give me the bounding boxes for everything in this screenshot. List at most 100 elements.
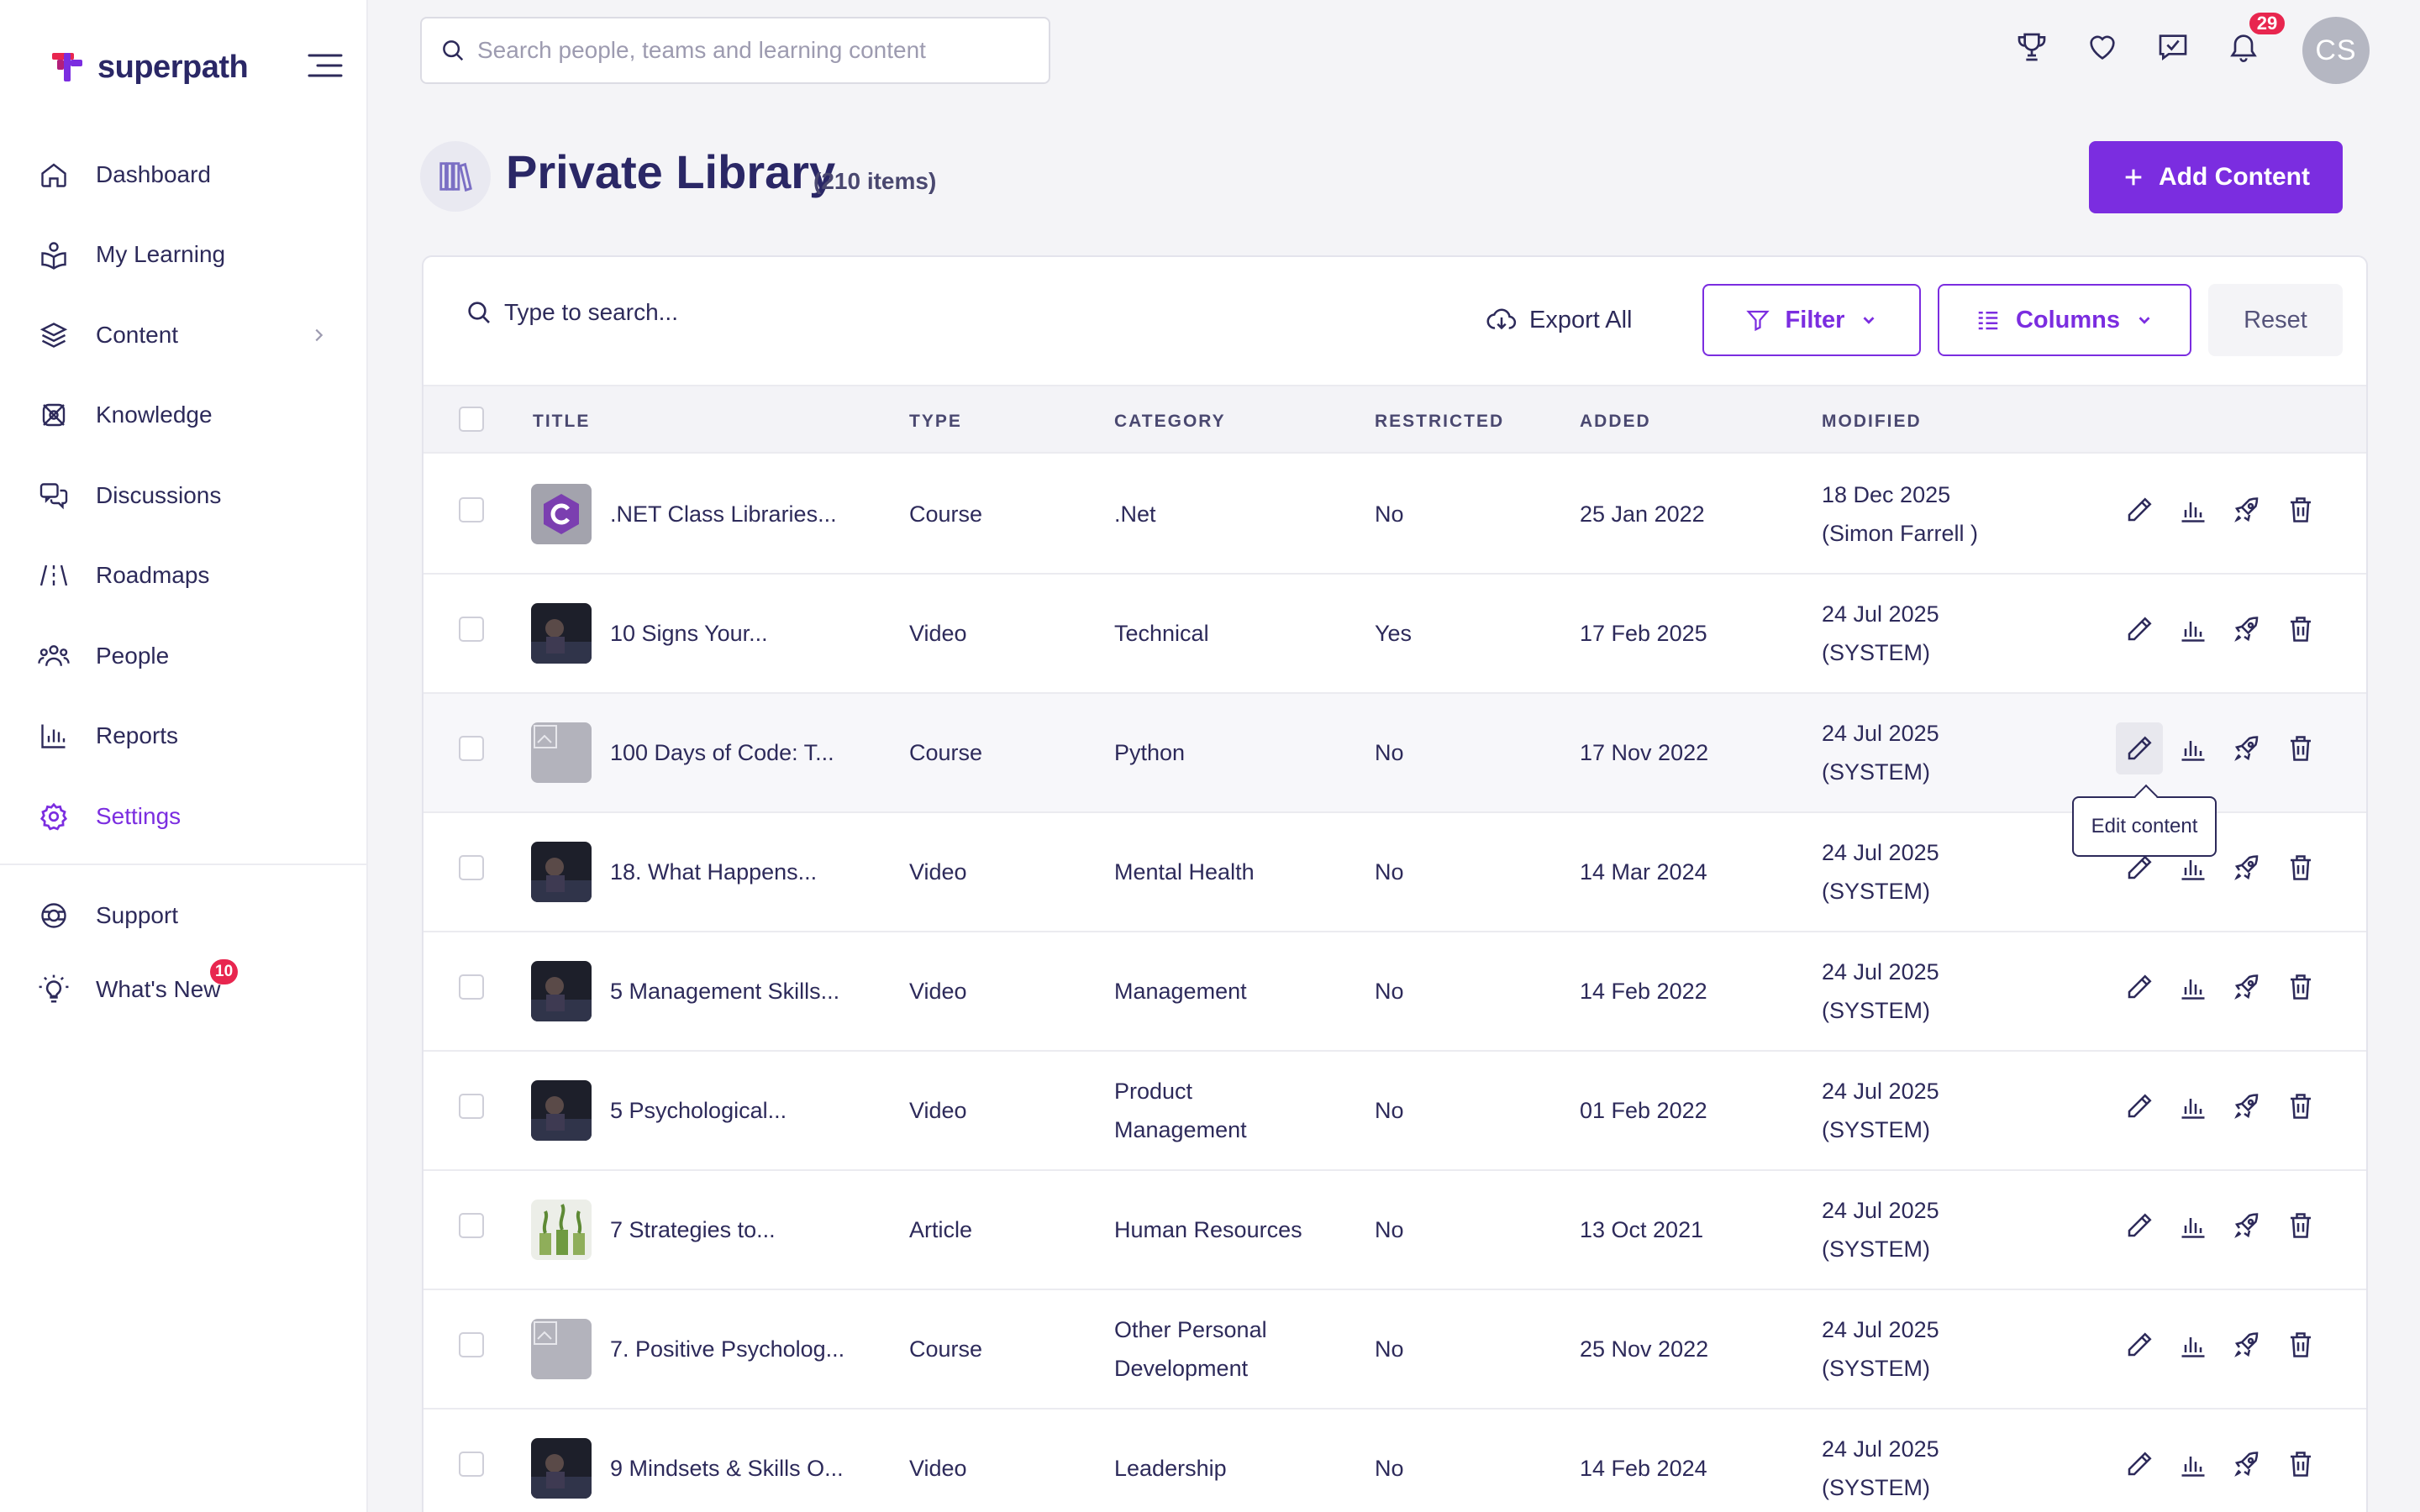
- home-icon: [37, 158, 71, 192]
- row-title[interactable]: 7. Positive Psycholog...: [610, 1330, 844, 1368]
- export-all-button[interactable]: Export All: [1486, 304, 1633, 336]
- delete-trash-icon[interactable]: [2277, 1080, 2324, 1132]
- analytics-chart-icon[interactable]: [2170, 484, 2217, 536]
- sidebar-item-whats-new[interactable]: What's New 10: [0, 953, 366, 1026]
- row-category-line: Leadership: [1114, 1456, 1227, 1481]
- row-modified-date: 18 Dec 2025: [1822, 482, 1951, 507]
- row-checkbox[interactable]: [459, 1332, 484, 1357]
- edit-pencil-icon[interactable]: [2116, 722, 2163, 774]
- sidebar-item-settings[interactable]: Settings: [0, 776, 366, 857]
- table-row[interactable]: .NET Class Libraries... Course .Net No 25 Ja…: [424, 455, 2366, 575]
- edit-pencil-icon[interactable]: [2116, 1080, 2163, 1132]
- trophy-icon[interactable]: [2015, 30, 2049, 64]
- sidebar-item-reports[interactable]: Reports: [0, 696, 366, 777]
- feedback-chat-icon[interactable]: [2156, 30, 2190, 64]
- launch-rocket-icon[interactable]: [2223, 1080, 2270, 1132]
- delete-trash-icon[interactable]: [2277, 484, 2324, 536]
- row-checkbox[interactable]: [459, 736, 484, 761]
- table-row[interactable]: 100 Days of Code: T... Course Python No 17 N…: [424, 694, 2366, 813]
- delete-trash-icon[interactable]: [2277, 603, 2324, 655]
- brand-logo[interactable]: superpath: [49, 45, 249, 89]
- column-header-title[interactable]: Title: [533, 412, 590, 432]
- sidebar-item-content[interactable]: Content: [0, 295, 366, 375]
- row-title[interactable]: .NET Class Libraries...: [610, 495, 837, 533]
- row-title[interactable]: 10 Signs Your...: [610, 614, 768, 653]
- sidebar-item-my-learning[interactable]: My Learning: [0, 215, 366, 296]
- analytics-chart-icon[interactable]: [2170, 961, 2217, 1013]
- menu-toggle-icon[interactable]: [308, 52, 343, 79]
- table-row[interactable]: 7 Strategies to... Article Human Resources…: [424, 1171, 2366, 1290]
- launch-rocket-icon[interactable]: [2223, 842, 2270, 894]
- delete-trash-icon[interactable]: [2277, 842, 2324, 894]
- heart-icon[interactable]: [2086, 30, 2119, 64]
- launch-rocket-icon[interactable]: [2223, 484, 2270, 536]
- row-title[interactable]: 100 Days of Code: T...: [610, 733, 834, 772]
- table-search-input[interactable]: [504, 299, 1008, 326]
- sidebar-item-roadmaps[interactable]: Roadmaps: [0, 536, 366, 617]
- row-checkbox[interactable]: [459, 1213, 484, 1238]
- select-all-checkbox[interactable]: [459, 407, 484, 432]
- avatar[interactable]: CS: [2302, 17, 2370, 84]
- row-checkbox[interactable]: [459, 1452, 484, 1477]
- sidebar-item-dashboard[interactable]: Dashboard: [0, 134, 366, 215]
- column-header-modified[interactable]: Modified: [1822, 412, 1922, 432]
- sidebar-item-knowledge[interactable]: Knowledge: [0, 375, 366, 456]
- row-added: 25 Nov 2022: [1580, 1336, 1709, 1362]
- sidebar-item-discussions[interactable]: Discussions: [0, 455, 366, 536]
- sidebar-item-people[interactable]: People: [0, 616, 366, 696]
- column-header-restricted[interactable]: Restricted: [1375, 412, 1504, 432]
- reset-button[interactable]: Reset: [2208, 284, 2343, 356]
- edit-pencil-icon[interactable]: [2116, 1438, 2163, 1490]
- delete-trash-icon[interactable]: [2277, 1200, 2324, 1252]
- row-checkbox[interactable]: [459, 974, 484, 1000]
- content-thumbnail: [531, 722, 592, 783]
- column-header-category[interactable]: Category: [1114, 412, 1226, 432]
- launch-rocket-icon[interactable]: [2223, 1438, 2270, 1490]
- analytics-chart-icon[interactable]: [2170, 722, 2217, 774]
- row-checkbox[interactable]: [459, 855, 484, 880]
- sidebar-item-support[interactable]: Support: [0, 879, 366, 953]
- table-row[interactable]: 9 Mindsets & Skills O... Video Leadership N…: [424, 1410, 2366, 1512]
- row-title[interactable]: 5 Psychological...: [610, 1091, 786, 1130]
- edit-pencil-icon[interactable]: [2116, 961, 2163, 1013]
- edit-pencil-icon[interactable]: [2116, 603, 2163, 655]
- row-title[interactable]: 9 Mindsets & Skills O...: [610, 1449, 844, 1488]
- analytics-chart-icon[interactable]: [2170, 1438, 2217, 1490]
- launch-rocket-icon[interactable]: [2223, 1200, 2270, 1252]
- delete-trash-icon[interactable]: [2277, 722, 2324, 774]
- row-checkbox[interactable]: [459, 497, 484, 522]
- row-checkbox[interactable]: [459, 617, 484, 642]
- edit-pencil-icon[interactable]: [2116, 1319, 2163, 1371]
- launch-rocket-icon[interactable]: [2223, 1319, 2270, 1371]
- table-row[interactable]: 7. Positive Psycholog... Course Other Pers…: [424, 1290, 2366, 1410]
- analytics-chart-icon[interactable]: [2170, 1200, 2217, 1252]
- launch-rocket-icon[interactable]: [2223, 603, 2270, 655]
- column-header-type[interactable]: Type: [909, 412, 962, 432]
- edit-pencil-icon[interactable]: [2116, 484, 2163, 536]
- launch-rocket-icon[interactable]: [2223, 961, 2270, 1013]
- bell-icon[interactable]: 29: [2227, 10, 2287, 64]
- table-toolbar: Export All Filter Columns Reset: [424, 257, 2366, 385]
- delete-trash-icon[interactable]: [2277, 1438, 2324, 1490]
- table-row[interactable]: 5 Psychological... Video Product Management…: [424, 1052, 2366, 1171]
- row-title[interactable]: 5 Management Skills...: [610, 972, 839, 1011]
- delete-trash-icon[interactable]: [2277, 961, 2324, 1013]
- table-row[interactable]: 10 Signs Your... Video Technical Yes 17 Feb …: [424, 575, 2366, 694]
- edit-pencil-icon[interactable]: [2116, 1200, 2163, 1252]
- row-title[interactable]: 7 Strategies to...: [610, 1210, 776, 1249]
- analytics-chart-icon[interactable]: [2170, 1080, 2217, 1132]
- launch-rocket-icon[interactable]: [2223, 722, 2270, 774]
- delete-trash-icon[interactable]: [2277, 1319, 2324, 1371]
- columns-button[interactable]: Columns: [1938, 284, 2191, 356]
- global-search-input[interactable]: [477, 37, 1015, 64]
- column-header-added[interactable]: Added: [1580, 412, 1651, 432]
- filter-button[interactable]: Filter: [1702, 284, 1921, 356]
- row-modified-date: 24 Jul 2025: [1822, 959, 1939, 984]
- row-title[interactable]: 18. What Happens...: [610, 853, 817, 891]
- row-checkbox[interactable]: [459, 1094, 484, 1119]
- add-content-button[interactable]: Add Content: [2089, 141, 2343, 213]
- analytics-chart-icon[interactable]: [2170, 603, 2217, 655]
- table-row[interactable]: 5 Management Skills... Video Management No 1…: [424, 932, 2366, 1052]
- sidebar-item-label: Discussions: [96, 481, 222, 508]
- analytics-chart-icon[interactable]: [2170, 1319, 2217, 1371]
